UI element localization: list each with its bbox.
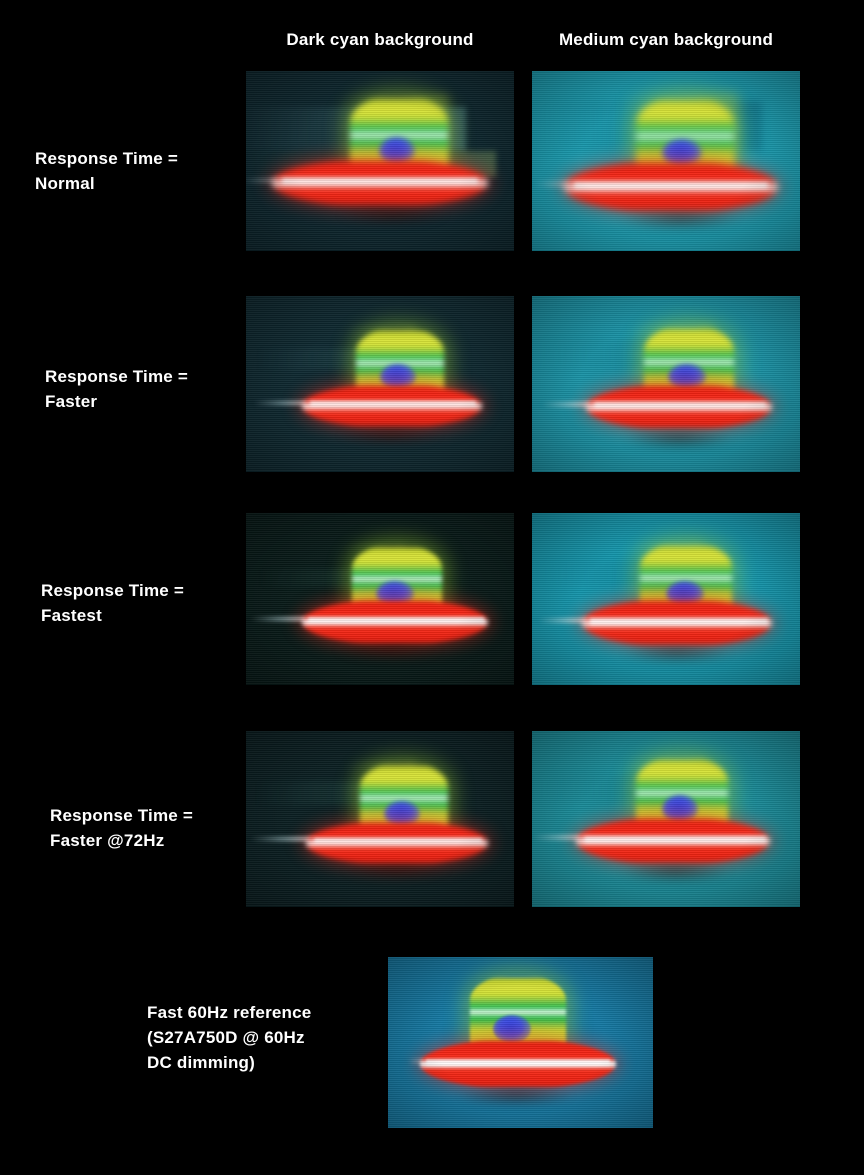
ufo-stripe <box>282 177 478 185</box>
ufo-stripe <box>310 400 476 407</box>
row-label-response-time-faster: Response Time = Faster <box>45 367 188 411</box>
ufo-subject <box>246 71 514 251</box>
row-label-response-time-fastest: Response Time = Fastest <box>41 581 184 625</box>
ufo-subject <box>532 71 800 251</box>
ufo-subject <box>246 513 514 685</box>
photo-panel-faster-medium-cyan <box>532 296 800 472</box>
ufo-stripe <box>308 616 484 624</box>
photo-panel-fastest-dark-cyan <box>246 513 514 685</box>
ufo-stripe <box>594 401 766 409</box>
photo-panel-faster-72hz-dark-cyan <box>246 731 514 907</box>
ufo-subject <box>246 731 514 907</box>
ufo-stripe <box>314 837 482 844</box>
ufo-stripe <box>574 181 768 190</box>
photo-panel-faster-dark-cyan <box>246 296 514 472</box>
ufo-stripe <box>590 617 768 626</box>
photo-panel-normal-medium-cyan <box>532 71 800 251</box>
ufo-subject <box>532 296 800 472</box>
stripe-motion-trail <box>250 617 308 621</box>
photo-panel-fastest-medium-cyan <box>532 513 800 685</box>
column-header-dark-cyan: Dark cyan background <box>286 30 474 49</box>
photo-panel-fast-60hz-reference <box>388 957 653 1128</box>
photo-panel-faster-72hz-medium-cyan <box>532 731 800 907</box>
ufo-subject <box>388 957 653 1128</box>
ufo-subject <box>246 296 514 472</box>
column-header-medium-cyan: Medium cyan background <box>558 30 774 49</box>
ufo-stripe <box>584 835 766 844</box>
ufo-subject <box>532 731 800 907</box>
row-label-response-time-faster-72hz: Response Time = Faster @72Hz <box>50 806 193 850</box>
ufo-stripe <box>426 1058 610 1067</box>
ufo-subject <box>532 513 800 685</box>
row-label-fast-60hz-reference: Fast 60Hz reference (S27A750D @ 60Hz DC … <box>147 1003 312 1072</box>
photo-panel-normal-dark-cyan <box>246 71 514 251</box>
comparison-sheet: Dark cyan background Medium cyan backgro… <box>0 0 864 1175</box>
row-label-response-time-normal: Response Time = Normal <box>35 149 178 193</box>
